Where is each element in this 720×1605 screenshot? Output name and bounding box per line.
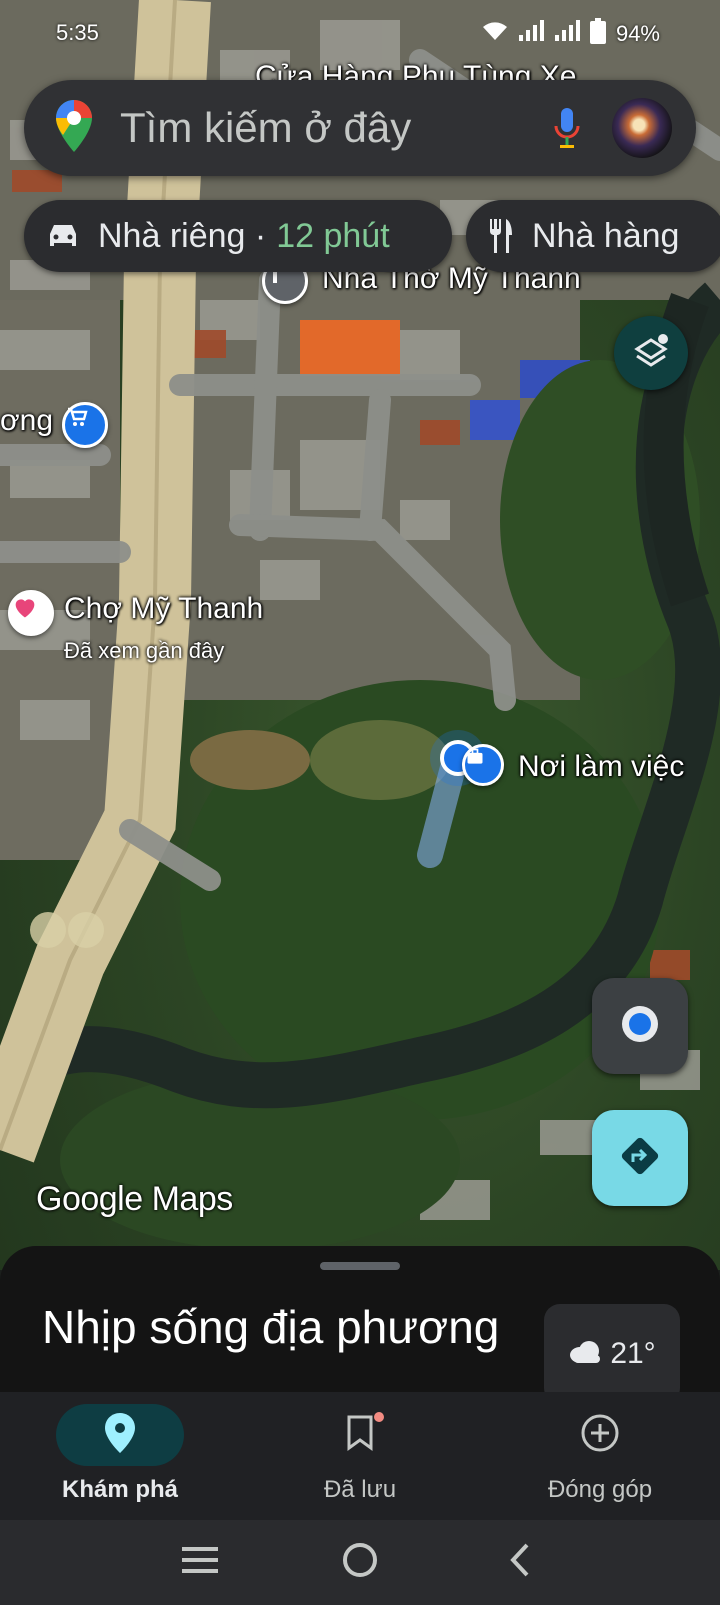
nav-label-explore: Khám phá: [61, 1476, 178, 1503]
nav-item-explore[interactable]: Khám phá: [0, 1392, 240, 1520]
fork-knife-icon: [488, 219, 514, 253]
google-maps-pin-icon: [56, 99, 92, 157]
wifi-icon: [482, 20, 508, 48]
avatar[interactable]: [612, 98, 672, 158]
weather-chip[interactable]: 21°: [544, 1304, 680, 1396]
notification-dot: [374, 1412, 384, 1422]
directions-button[interactable]: [592, 1110, 688, 1206]
nav-item-saved[interactable]: Đã lưu: [240, 1392, 480, 1520]
restaurant-chip-label: Nhà hàng: [532, 216, 680, 255]
search-input[interactable]: Tìm kiếm ở đây: [120, 104, 544, 152]
sheet-title: Nhịp sống địa phương: [42, 1301, 500, 1353]
home-button[interactable]: [330, 1533, 390, 1593]
layers-icon: [631, 331, 671, 376]
shopping-cart-pin-icon[interactable]: [62, 402, 108, 448]
nav-label-saved: Đã lưu: [323, 1476, 397, 1503]
location-pin-icon: [105, 1412, 135, 1458]
heart-pin-icon[interactable]: [8, 590, 54, 636]
status-bar: 5:35 94%: [0, 0, 720, 64]
home-shortcut-chip[interactable]: Nhà riêng · 12 phút: [24, 200, 452, 272]
bottom-navigation: Khám phá Đã lưu Đóng góp: [0, 1392, 720, 1520]
bookmark-icon: [346, 1415, 374, 1456]
signal-icon-2: [554, 20, 580, 48]
recent-apps-button[interactable]: [170, 1533, 230, 1593]
satellite-imagery: [0, 0, 720, 1250]
restaurant-chip[interactable]: Nhà hàng: [466, 200, 720, 272]
temperature: 21°: [610, 1337, 656, 1370]
map-label-partial[interactable]: ơng: [0, 404, 53, 438]
status-time: 5:35: [56, 20, 99, 45]
directions-icon: [618, 1134, 662, 1183]
system-navigation-bar: [0, 1520, 720, 1605]
cloud-icon: [568, 1337, 602, 1371]
bottom-sheet[interactable]: Nhịp sống địa phương 21°: [0, 1246, 720, 1396]
nav-item-contribute[interactable]: Đóng góp: [480, 1392, 720, 1520]
menu-lines-icon: [182, 1546, 218, 1579]
battery-icon: [589, 18, 606, 50]
sheet-drag-handle[interactable]: [320, 1262, 400, 1270]
map-view[interactable]: Cửa Hàng Phụ Tùng Xe Nhà Thờ Mỹ Thanh ơn…: [0, 0, 720, 1270]
map-label-market[interactable]: Chợ Mỹ Thanh: [64, 592, 263, 626]
mic-icon[interactable]: [544, 105, 590, 151]
my-location-button[interactable]: [592, 978, 688, 1074]
battery-percent: 94%: [615, 21, 660, 46]
search-bar[interactable]: Tìm kiếm ở đây: [24, 80, 696, 176]
home-chip-duration: 12 phút: [276, 216, 390, 255]
map-label-work[interactable]: Nơi làm việc: [518, 750, 684, 784]
car-icon: [46, 222, 80, 250]
google-maps-logo: Google Maps: [36, 1180, 233, 1218]
home-circle-icon: [341, 1541, 379, 1584]
map-label-market-sub: Đã xem gần đây: [64, 638, 225, 663]
signal-icon: [518, 20, 544, 48]
briefcase-pin-icon[interactable]: [462, 744, 504, 786]
location-target-icon: [618, 1002, 662, 1051]
add-circle-icon: [580, 1413, 620, 1458]
layers-button[interactable]: [614, 316, 688, 390]
back-chevron-icon: [507, 1542, 533, 1583]
nav-label-contribute: Đóng góp: [547, 1476, 653, 1503]
back-button[interactable]: [490, 1533, 550, 1593]
home-chip-label: Nhà riêng ·: [98, 216, 267, 255]
